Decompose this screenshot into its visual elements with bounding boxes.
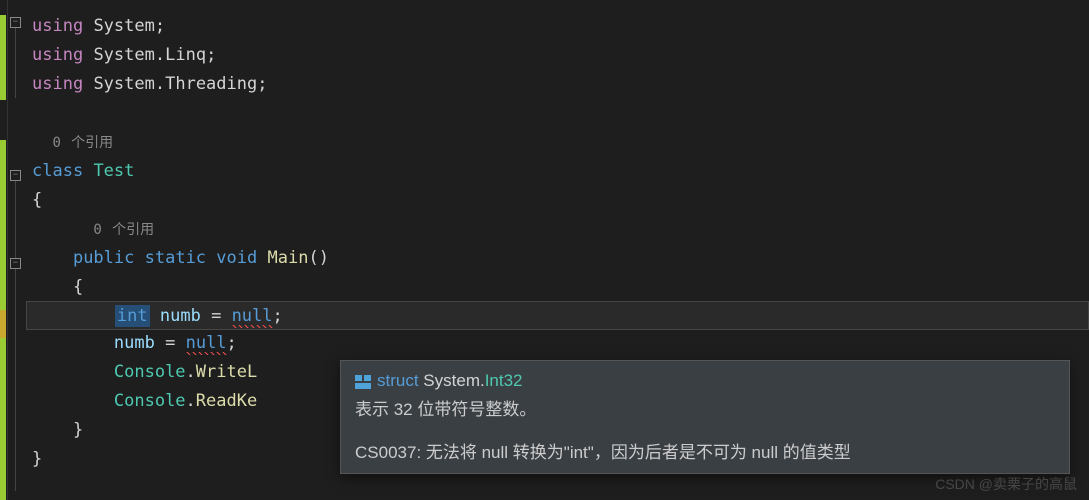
fold-toggle-icon[interactable] <box>10 170 21 181</box>
tooltip-error: CS0037: 无法将 null 转换为"int"，因为后者是不可为 null … <box>355 438 1055 463</box>
quickinfo-tooltip: struct System.Int32 表示 32 位带符号整数。 CS0037… <box>340 360 1070 474</box>
code-line[interactable]: using System; <box>26 12 1089 41</box>
code-line[interactable]: using System.Linq; <box>26 41 1089 70</box>
keyword: using <box>32 16 83 36</box>
keyword: using <box>32 74 83 94</box>
code-line[interactable]: class Test <box>26 157 1089 186</box>
fold-toggle-icon[interactable] <box>10 258 21 269</box>
fold-toggle-icon[interactable] <box>10 17 21 28</box>
tooltip-signature: struct System.Int32 <box>355 371 1055 391</box>
code-line[interactable]: using System.Threading; <box>26 70 1089 99</box>
error-token: null <box>232 306 273 328</box>
code-line[interactable]: { <box>26 186 1089 215</box>
fold-column <box>8 0 26 500</box>
error-token: null <box>186 333 227 355</box>
code-line[interactable]: public static void Main() <box>26 244 1089 273</box>
tooltip-description: 表示 32 位带符号整数。 <box>355 395 1055 420</box>
selected-type: int <box>115 305 150 327</box>
code-line[interactable]: numb = null; <box>26 329 1089 358</box>
keyword: using <box>32 45 83 65</box>
watermark: CSDN @卖栗子的高鼠 <box>935 474 1077 494</box>
namespace: System <box>93 16 154 36</box>
current-line[interactable]: int numb = null; <box>26 301 1089 330</box>
code-line[interactable]: { <box>26 273 1089 302</box>
change-gutter <box>0 0 8 500</box>
blank-line[interactable] <box>26 99 1089 128</box>
class-name: Test <box>93 161 134 181</box>
code-lens[interactable]: 0 个引用 <box>26 215 1089 244</box>
code-lens[interactable]: 0 个引用 <box>26 128 1089 157</box>
keyword: class <box>32 161 83 181</box>
struct-icon <box>355 375 371 389</box>
method-name: Main <box>268 248 309 268</box>
